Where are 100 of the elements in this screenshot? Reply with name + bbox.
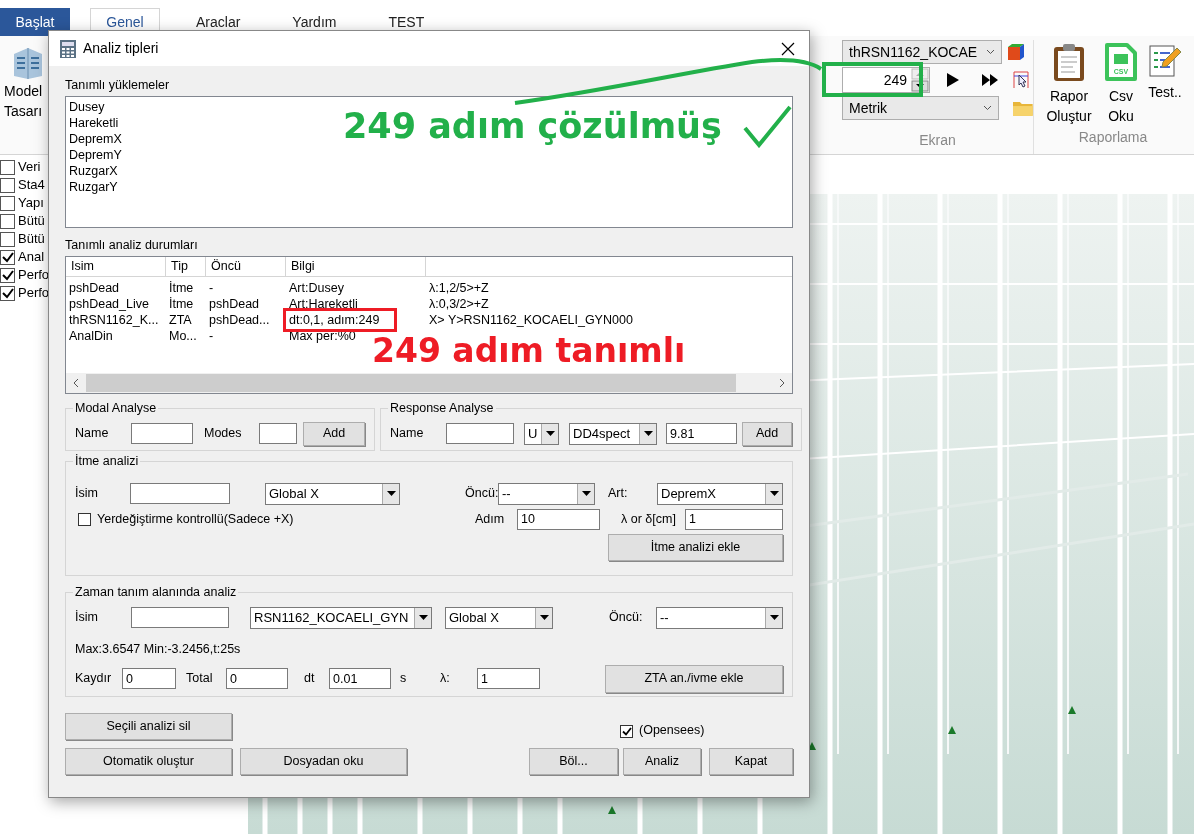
ribbon-tab[interactable]: TEST bbox=[382, 8, 431, 36]
load-dropdown[interactable]: DepremX bbox=[657, 482, 783, 505]
column-header[interactable]: Bilgi bbox=[286, 257, 426, 277]
input-field[interactable]: 0.01 bbox=[329, 668, 391, 689]
caret-icon bbox=[643, 431, 653, 437]
checkbox[interactable] bbox=[78, 512, 91, 526]
field-label: λ or δ[cm] bbox=[621, 510, 677, 528]
fast-forward-icon[interactable] bbox=[982, 74, 998, 86]
input-field[interactable]: 0 bbox=[226, 668, 288, 689]
add-button[interactable]: Add bbox=[303, 421, 365, 446]
caret-icon bbox=[769, 615, 779, 621]
record-dropdown[interactable]: RSN1162_KOCAELI_GYN bbox=[250, 606, 432, 629]
chevron-down-icon bbox=[986, 49, 995, 55]
input-field[interactable]: 10 bbox=[517, 508, 600, 530]
section-label: Tanımlı analiz durumları bbox=[65, 238, 199, 252]
checkbox[interactable] bbox=[0, 177, 15, 193]
close-dialog-button[interactable]: Kapat bbox=[709, 748, 793, 775]
checked-checkbox[interactable] bbox=[0, 285, 15, 301]
direction-dropdown[interactable]: Global X bbox=[265, 482, 400, 505]
unit-dropdown[interactable]: Metrik bbox=[842, 96, 1000, 120]
input-field[interactable]: 9.81 bbox=[666, 423, 737, 445]
close-button[interactable] bbox=[780, 40, 796, 57]
list-item[interactable]: RuzgarY bbox=[69, 179, 118, 195]
unit-dropdown[interactable]: U bbox=[524, 422, 559, 445]
auto-create-button[interactable]: Otomatik oluştur bbox=[65, 748, 232, 775]
annotation-text: 249 adım tanımlı bbox=[372, 330, 686, 372]
table-cell: thRSN1162_K... bbox=[69, 313, 159, 327]
ribbon-tab[interactable]: Yardım bbox=[286, 8, 343, 36]
spectrum-dropdown[interactable]: DD4spect bbox=[569, 422, 657, 445]
table-cell: dt:0,1, adım:249 bbox=[289, 313, 380, 327]
checkbox[interactable] bbox=[0, 231, 15, 247]
group-title: Modal Analyse bbox=[74, 400, 158, 417]
name-field[interactable] bbox=[446, 423, 514, 445]
caret-icon bbox=[386, 491, 396, 497]
ribbon-button[interactable]: Rapor Oluştur bbox=[1041, 42, 1097, 126]
split-button[interactable]: Böl... bbox=[529, 748, 618, 775]
predecessor-dropdown[interactable]: -- bbox=[498, 482, 595, 505]
model-design-button[interactable]: Model Tasarı bbox=[4, 36, 48, 154]
table-cell: pshDead_Live bbox=[69, 297, 149, 311]
add-time-history-button[interactable]: ZTA an./ivme ekle bbox=[605, 664, 783, 693]
annotation-text: 249 adım çözülmüş bbox=[343, 105, 722, 148]
ribbon-tab[interactable]: Araclar bbox=[190, 8, 247, 36]
analyze-button[interactable]: Analiz bbox=[623, 748, 701, 775]
play-icon[interactable] bbox=[946, 73, 960, 87]
horizontal-scrollbar[interactable] bbox=[66, 373, 792, 393]
close-icon bbox=[781, 41, 795, 56]
table-cell: - bbox=[209, 281, 214, 295]
input-field[interactable]: 1 bbox=[477, 668, 540, 689]
column-header[interactable]: Tip bbox=[166, 257, 206, 277]
delete-analysis-button[interactable]: Seçili analizi sil bbox=[65, 713, 232, 740]
list-item[interactable]: Dusey bbox=[69, 99, 105, 115]
field-label: İsim bbox=[75, 609, 99, 627]
column-header[interactable]: Öncü bbox=[206, 257, 286, 277]
field-label: s bbox=[400, 670, 408, 688]
layer-label: Yapı bbox=[18, 194, 44, 213]
predecessor-dropdown[interactable]: -- bbox=[656, 606, 783, 629]
step-spinner[interactable]: 249 bbox=[842, 67, 930, 93]
ribbon-tab[interactable]: Başlat bbox=[0, 8, 70, 36]
layer-label: Sta4 bbox=[18, 176, 45, 195]
column-header[interactable]: Isim bbox=[66, 257, 166, 277]
name-field[interactable] bbox=[131, 607, 229, 629]
frame-cursor-icon[interactable] bbox=[1012, 70, 1030, 90]
caret-icon bbox=[545, 431, 555, 437]
list-item[interactable]: DepremX bbox=[69, 131, 122, 147]
list-item[interactable]: RuzgarX bbox=[69, 163, 118, 179]
table-cell: pshDead bbox=[69, 281, 120, 295]
checked-checkbox[interactable] bbox=[0, 249, 15, 265]
field-label: Name bbox=[390, 425, 425, 443]
layer-label: Bütü bbox=[18, 212, 45, 231]
checkbox-label: (Opensees) bbox=[639, 722, 705, 740]
checkbox[interactable] bbox=[0, 213, 15, 229]
checked-checkbox[interactable] bbox=[620, 725, 633, 738]
list-item[interactable]: DepremY bbox=[69, 147, 122, 163]
field-label: Adım bbox=[475, 510, 506, 528]
table-cell: İtme bbox=[169, 297, 194, 311]
caret-icon bbox=[418, 615, 428, 621]
field-label: Öncü: bbox=[465, 485, 498, 503]
group-title: İtme analizi bbox=[74, 453, 140, 470]
add-pushover-button[interactable]: İtme analizi ekle bbox=[608, 533, 783, 561]
record-dropdown[interactable]: thRSN1162_KOCAE bbox=[842, 40, 1002, 64]
cube-icon[interactable] bbox=[1007, 43, 1025, 61]
read-file-button[interactable]: Dosyadan oku bbox=[240, 748, 407, 775]
checked-checkbox[interactable] bbox=[0, 267, 15, 283]
input-field[interactable]: 0 bbox=[122, 668, 176, 689]
field-label: Total bbox=[186, 670, 214, 688]
table-cell: λ:0,3/2>+Z bbox=[429, 297, 489, 311]
scroll-right-icon bbox=[779, 378, 785, 388]
direction-dropdown[interactable]: Global X bbox=[445, 606, 553, 629]
add-button[interactable]: Add bbox=[742, 421, 792, 446]
ribbon-button[interactable]: Test.. bbox=[1145, 42, 1185, 102]
modes-field[interactable] bbox=[259, 423, 297, 445]
section-label: Tanımlı yüklemeler bbox=[65, 78, 171, 92]
button-label: Model bbox=[4, 82, 43, 100]
name-field[interactable] bbox=[131, 423, 193, 445]
table-cell: X> Y>RSN1162_KOCAELI_GYN000 bbox=[429, 313, 633, 327]
name-field[interactable] bbox=[130, 483, 230, 505]
checkbox[interactable] bbox=[0, 195, 15, 211]
list-item[interactable]: Hareketli bbox=[69, 115, 119, 131]
input-field[interactable]: 1 bbox=[685, 508, 783, 530]
checkbox[interactable] bbox=[0, 159, 15, 175]
